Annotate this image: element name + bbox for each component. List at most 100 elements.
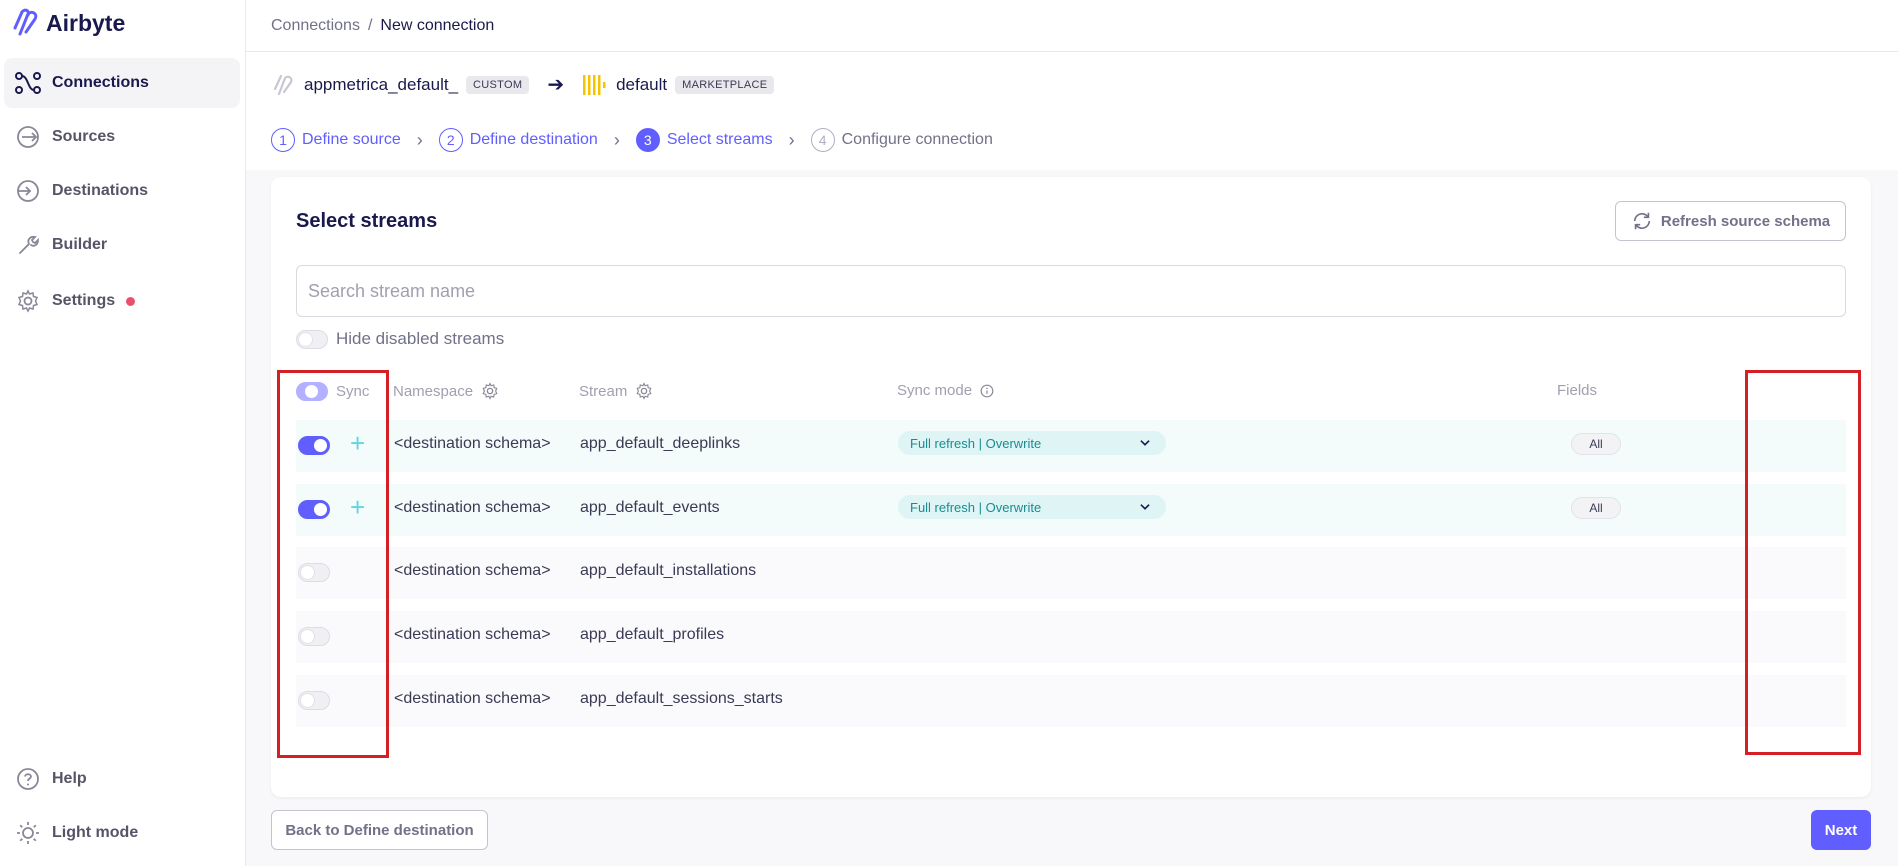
hide-disabled-streams-label: Hide disabled streams: [336, 329, 505, 348]
chevron-right-icon: ›: [613, 129, 620, 150]
step-define-destination[interactable]: 2 Define destination: [438, 128, 598, 152]
connections-icon: [14, 69, 42, 97]
header-namespace-label: Namespace: [393, 382, 474, 400]
destination-tag: MARKETPLACE: [675, 75, 775, 94]
stepper: 1 Define source › 2 Define destination ›…: [271, 128, 993, 152]
sidebar: Airbyte Connections Sources Destinations…: [0, 0, 246, 866]
step-label: Configure connection: [841, 131, 993, 148]
sidebar-item-connections[interactable]: Connections: [4, 58, 240, 108]
header-namespace: Namespace: [393, 382, 499, 400]
sidebar-item-label: Builder: [52, 236, 108, 253]
hide-disabled-streams-row: Hide disabled streams: [296, 329, 504, 349]
fields-column-highlight: [1745, 370, 1861, 755]
stream-name: app_default_sessions_starts: [580, 690, 783, 707]
stream-namespace: <destination schema>: [394, 562, 551, 579]
table-row: + <destination schema> app_default_deepl…: [296, 420, 1846, 472]
source-name: appmetrica_default_: [304, 74, 459, 94]
sidebar-item-help[interactable]: Help: [4, 754, 240, 804]
gear-icon[interactable]: [635, 382, 653, 400]
sidebar-item-label: Sources: [52, 128, 116, 145]
fields-button[interactable]: All: [1571, 433, 1621, 455]
sync-mode-value: Full refresh | Overwrite: [910, 499, 1042, 515]
destination-name: default: [616, 74, 668, 94]
step-label: Define destination: [469, 131, 598, 148]
step-number: 3: [635, 128, 660, 152]
sidebar-item-label: Help: [52, 770, 87, 787]
stream-namespace: <destination schema>: [394, 690, 551, 707]
sun-icon: [14, 819, 42, 847]
sidebar-item-label: Destinations: [52, 182, 149, 199]
arrow-right-icon: ➔: [547, 74, 565, 96]
refresh-label: Refresh source schema: [1660, 212, 1831, 230]
step-number: 1: [271, 128, 295, 152]
sync-mode-select[interactable]: Full refresh | Overwrite: [898, 431, 1166, 455]
airbyte-logo-icon: [13, 8, 38, 36]
sync-column-highlight: [277, 370, 389, 758]
header-sync-mode-label: Sync mode: [897, 382, 973, 399]
breadcrumb-separator: /: [367, 16, 373, 34]
sidebar-item-builder[interactable]: Builder: [4, 220, 240, 270]
header-sync-mode: Sync mode: [897, 382, 994, 399]
table-row: + <destination schema> app_default_event…: [296, 484, 1846, 536]
connection-header: appmetrica_default_ CUSTOM ➔ default MAR…: [246, 52, 1898, 170]
stream-name: app_default_events: [580, 499, 720, 516]
source-icon: [273, 74, 293, 95]
help-icon: [14, 765, 42, 793]
header-fields: Fields: [1557, 382, 1597, 399]
stream-namespace: <destination schema>: [394, 499, 551, 516]
sidebar-item-sources[interactable]: Sources: [4, 112, 240, 162]
header-fields-label: Fields: [1557, 382, 1598, 399]
chevron-down-icon: [1140, 504, 1150, 510]
step-label: Select streams: [666, 131, 773, 148]
step-define-source[interactable]: 1 Define source: [271, 128, 401, 152]
table-row: <destination schema> app_default_profile…: [296, 611, 1846, 663]
sync-mode-value: Full refresh | Overwrite: [910, 435, 1042, 451]
refresh-source-schema-button[interactable]: Refresh source schema: [1615, 201, 1846, 241]
builder-icon: [14, 231, 42, 259]
source-tag: CUSTOM: [466, 75, 530, 94]
next-button[interactable]: Next: [1811, 810, 1871, 850]
notification-dot: [126, 296, 136, 306]
back-button[interactable]: Back to Define destination: [271, 810, 488, 850]
chevron-right-icon: ›: [416, 129, 423, 150]
chevron-right-icon: ›: [788, 129, 795, 150]
chevron-down-icon: [1140, 440, 1150, 446]
sidebar-item-destinations[interactable]: Destinations: [4, 166, 240, 216]
header-stream-label: Stream: [579, 382, 628, 400]
stream-name: app_default_installations: [580, 562, 757, 579]
sidebar-item-label: Connections: [52, 74, 149, 91]
sidebar-item-label: Light mode: [52, 824, 139, 841]
destination-icon: [583, 74, 606, 95]
sync-mode-select[interactable]: Full refresh | Overwrite: [898, 495, 1166, 519]
table-row: <destination schema> app_default_session…: [296, 675, 1846, 727]
step-select-streams: 3 Select streams: [635, 128, 773, 152]
connection-summary: appmetrica_default_ CUSTOM ➔ default MAR…: [272, 72, 775, 97]
step-configure-connection: 4 Configure connection: [810, 128, 993, 152]
refresh-icon: [1633, 212, 1651, 230]
destinations-icon: [14, 177, 42, 205]
search-stream-input[interactable]: [296, 265, 1846, 317]
breadcrumb-connections-link[interactable]: Connections: [271, 17, 360, 35]
gear-icon[interactable]: [481, 382, 499, 400]
stream-name: app_default_profiles: [580, 626, 725, 643]
sources-icon: [14, 123, 42, 151]
sidebar-item-label: Settings: [52, 292, 116, 309]
app-name: Airbyte: [46, 9, 126, 36]
page-title: Select streams: [296, 210, 438, 232]
stream-namespace: <destination schema>: [394, 435, 551, 452]
sidebar-item-light-mode[interactable]: Light mode: [4, 808, 240, 858]
airbyte-logo[interactable]: Airbyte: [10, 8, 125, 38]
stream-name: app_default_deeplinks: [580, 435, 741, 452]
step-number: 2: [438, 128, 463, 152]
select-streams-card: Select streams Refresh source schema Hid…: [271, 177, 1871, 797]
step-number: 4: [810, 128, 835, 152]
table-row: <destination schema> app_default_install…: [296, 547, 1846, 599]
fields-button[interactable]: All: [1571, 497, 1621, 519]
stream-namespace: <destination schema>: [394, 626, 551, 643]
breadcrumb: Connections / New connection: [246, 0, 1898, 52]
info-icon[interactable]: [980, 384, 994, 398]
header-stream: Stream: [579, 382, 653, 400]
table-header: Sync Namespace Stream Sync mode Fields: [295, 372, 1847, 412]
hide-disabled-streams-toggle[interactable]: [296, 329, 328, 349]
sidebar-item-settings[interactable]: Settings: [4, 276, 240, 326]
